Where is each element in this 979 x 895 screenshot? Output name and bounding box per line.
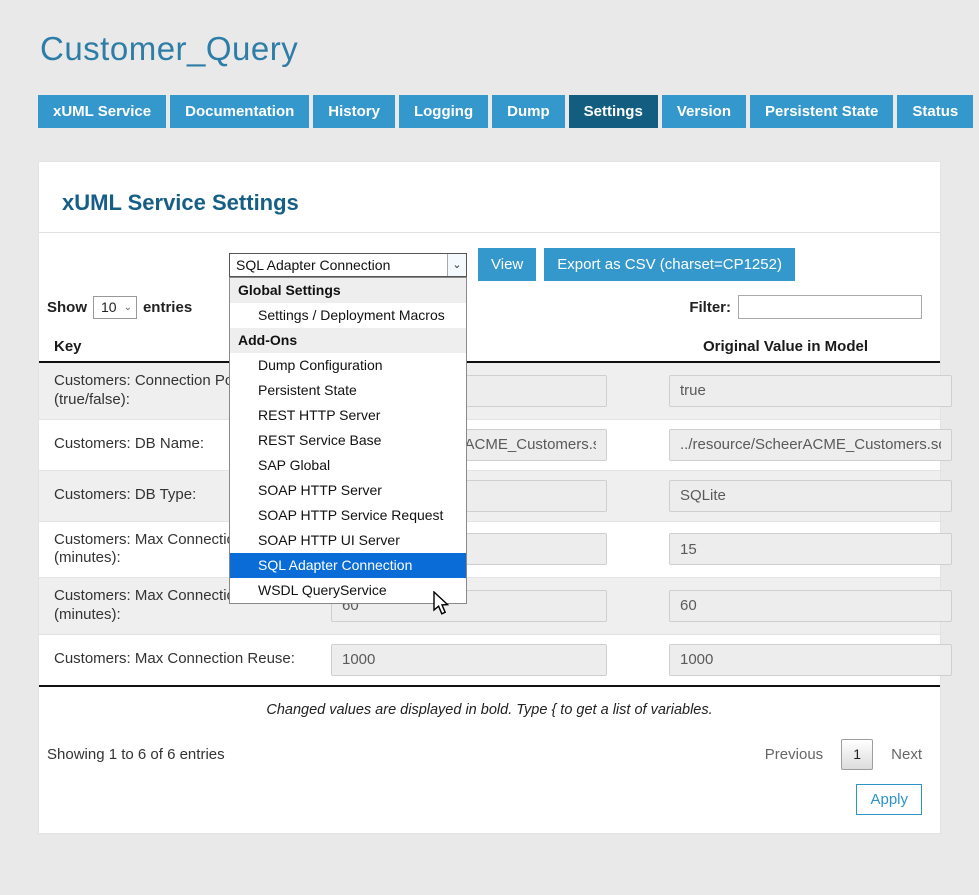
pagination-previous[interactable]: Previous: [765, 746, 823, 763]
original-value-input: [669, 590, 952, 622]
table-row: Customers: Max Connection Idle (minutes)…: [39, 578, 940, 635]
table-row: Customers: DB Name:: [39, 420, 940, 471]
dropdown-option-settings-deployment-macros[interactable]: Settings / Deployment Macros: [230, 303, 466, 328]
dropdown-option-rest-http-server[interactable]: REST HTTP Server: [230, 403, 466, 428]
dropdown-option-rest-service-base[interactable]: REST Service Base: [230, 428, 466, 453]
table-row: Customers: Connection Pooling (true/fals…: [39, 363, 940, 420]
setting-type-select-value: SQL Adapter Connection: [230, 257, 447, 273]
tab-xuml-service[interactable]: xUML Service: [38, 95, 166, 128]
show-label: Show: [47, 299, 87, 316]
table-header: Key Value Original Value in Model: [39, 332, 940, 363]
dropdown-group-global-settings: Global Settings: [230, 278, 466, 303]
column-header-original: Original Value in Model: [631, 338, 940, 355]
setting-type-select[interactable]: SQL Adapter Connection ⌄: [229, 253, 467, 277]
tab-documentation[interactable]: Documentation: [170, 95, 309, 128]
page-title: Customer_Query: [40, 30, 979, 68]
dropdown-option-sql-adapter-connection[interactable]: SQL Adapter Connection: [230, 553, 466, 578]
showing-entries: Showing 1 to 6 of 6 entries: [47, 746, 225, 763]
tab-status[interactable]: Status: [897, 95, 973, 128]
key-cell: Customers: Max Connection Reuse:: [39, 650, 331, 669]
show-entries-value: 10: [101, 299, 117, 315]
settings-table: Key Value Original Value in Model Custom…: [39, 332, 940, 687]
apply-row: Apply: [39, 784, 940, 815]
dropdown-option-sap-global[interactable]: SAP Global: [230, 453, 466, 478]
table-row: Customers: DB Type:: [39, 471, 940, 522]
settings-dropdown: Global Settings Settings / Deployment Ma…: [229, 277, 467, 604]
apply-button[interactable]: Apply: [856, 784, 922, 815]
tab-persistent-state[interactable]: Persistent State: [750, 95, 893, 128]
dropdown-option-dump-configuration[interactable]: Dump Configuration: [230, 353, 466, 378]
tab-logging[interactable]: Logging: [399, 95, 488, 128]
original-value-input: [669, 429, 952, 461]
toolbar: SQL Adapter Connection ⌄ View Export as …: [39, 248, 940, 281]
view-button[interactable]: View: [478, 248, 536, 281]
table-controls: Show 10 ⌄ entries Filter:: [39, 295, 940, 319]
dropdown-option-wsdl-queryservice[interactable]: WSDL QueryService: [230, 578, 466, 603]
dropdown-option-soap-http-server[interactable]: SOAP HTTP Server: [230, 478, 466, 503]
note-text: Changed values are displayed in bold. Ty…: [39, 702, 940, 718]
pagination: Previous 1 Next: [765, 739, 922, 770]
dropdown-option-soap-http-ui-server[interactable]: SOAP HTTP UI Server: [230, 528, 466, 553]
original-value-input: [669, 375, 952, 407]
filter-input[interactable]: [738, 295, 922, 319]
original-value-input: [669, 533, 952, 565]
chevron-down-icon: ⌄: [124, 302, 132, 313]
table-row: Customers: Max Connection Reuse:: [39, 635, 940, 687]
settings-panel: xUML Service Settings SQL Adapter Connec…: [38, 161, 941, 834]
show-entries-select[interactable]: 10 ⌄: [93, 296, 137, 319]
panel-heading: xUML Service Settings: [62, 190, 940, 216]
pagination-next[interactable]: Next: [891, 746, 922, 763]
dropdown-group-add-ons: Add-Ons: [230, 328, 466, 353]
original-value-input: [669, 480, 952, 512]
tab-bar: xUML Service Documentation History Loggi…: [38, 95, 941, 128]
export-csv-button[interactable]: Export as CSV (charset=CP1252): [544, 248, 795, 281]
table-row: Customers: Max Connection Age (minutes):: [39, 522, 940, 579]
filter-label: Filter:: [689, 299, 731, 316]
dropdown-option-soap-http-service-request[interactable]: SOAP HTTP Service Request: [230, 503, 466, 528]
value-input[interactable]: [331, 644, 607, 676]
tab-history[interactable]: History: [313, 95, 395, 128]
pagination-page-1[interactable]: 1: [841, 739, 873, 770]
divider: [39, 232, 940, 233]
length-control: Show 10 ⌄ entries: [47, 296, 192, 319]
tab-version[interactable]: Version: [662, 95, 746, 128]
tab-dump[interactable]: Dump: [492, 95, 565, 128]
filter-control: Filter:: [689, 295, 922, 319]
table-footer: Showing 1 to 6 of 6 entries Previous 1 N…: [39, 739, 940, 770]
original-value-input: [669, 644, 952, 676]
dropdown-option-persistent-state[interactable]: Persistent State: [230, 378, 466, 403]
chevron-down-icon: ⌄: [447, 254, 466, 276]
entries-label: entries: [143, 299, 192, 316]
tab-settings[interactable]: Settings: [569, 95, 658, 128]
